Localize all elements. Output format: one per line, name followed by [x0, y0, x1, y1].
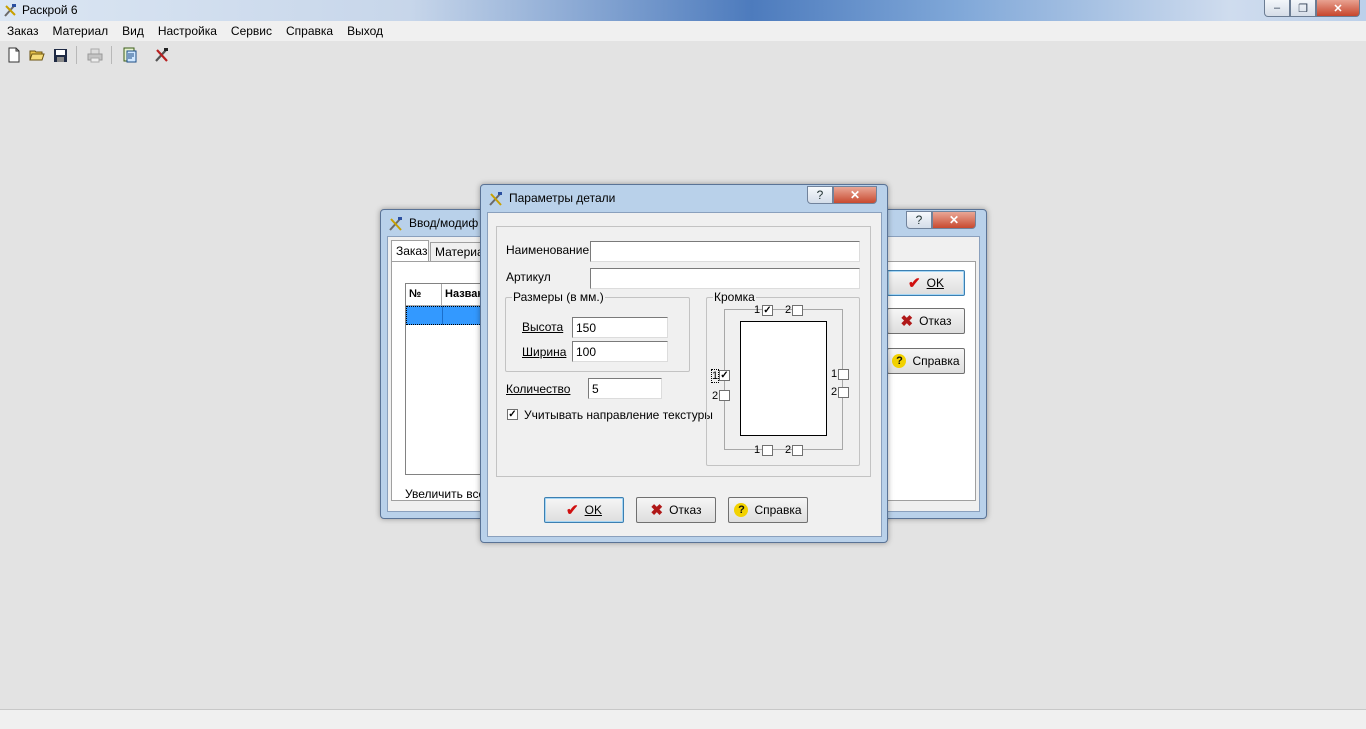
- order-ok-label: OK: [926, 276, 944, 290]
- edge-right-1-label: 1: [831, 368, 838, 380]
- edge-top-1-label: 1: [754, 304, 761, 316]
- order-help-button[interactable]: ? Справка: [887, 348, 965, 374]
- table-row-selected[interactable]: [406, 306, 484, 325]
- detail-params-client: Наименование Артикул Размеры (в мм.) Выс…: [487, 212, 882, 537]
- tab-order-label: Заказ: [396, 244, 428, 258]
- close-app-button[interactable]: ✕: [1316, 0, 1360, 17]
- name-input[interactable]: [590, 241, 860, 262]
- cross-icon: ✖: [650, 501, 664, 519]
- order-report-icon[interactable]: [121, 46, 139, 64]
- cross-icon: ✖: [900, 312, 914, 330]
- order-cancel-label: Отказ: [919, 314, 952, 328]
- statusbar: [0, 709, 1366, 729]
- enlarge-all-label: Увеличить все: [405, 487, 486, 501]
- table-row-divider: [442, 306, 443, 325]
- edge-group-label: Кромка: [713, 290, 756, 304]
- height-label: Высота: [522, 320, 564, 334]
- edge-top-2-checkbox[interactable]: [792, 305, 803, 316]
- menubar: Заказ Материал Вид Настройка Сервис Спра…: [0, 21, 1366, 41]
- detail-ok-button[interactable]: ✔ OK: [544, 497, 624, 523]
- detail-help-label: Справка: [754, 503, 802, 517]
- toolbar-separator: [111, 46, 112, 64]
- quantity-input[interactable]: 5: [588, 378, 662, 399]
- app-title: Раскрой 6: [22, 3, 78, 17]
- texture-checkbox[interactable]: ✓: [507, 409, 518, 420]
- app-tools-icon: [389, 217, 402, 231]
- detail-preview-rect: [740, 321, 827, 436]
- toolbar-separator: [76, 46, 77, 64]
- table-header-number-label: №: [409, 288, 422, 300]
- app-tools-icon: [489, 192, 502, 206]
- question-icon: ?: [734, 503, 749, 517]
- name-label: Наименование: [506, 243, 590, 257]
- restore-button[interactable]: ❐: [1290, 0, 1316, 17]
- height-input[interactable]: 150: [572, 317, 668, 338]
- table-header-name-label: Назван: [445, 288, 485, 300]
- edge-top-1-checkbox[interactable]: ✓: [762, 305, 773, 316]
- order-edit-help-title-button[interactable]: ?: [906, 211, 932, 229]
- edge-top-2-label: 2: [785, 304, 792, 316]
- question-icon: ?: [892, 354, 907, 368]
- menu-exit[interactable]: Выход: [340, 24, 390, 38]
- tab-order[interactable]: Заказ: [391, 240, 429, 261]
- edge-bottom-2-label: 2: [785, 444, 792, 456]
- article-input[interactable]: [590, 268, 860, 289]
- tab-material-label: Материа: [435, 245, 484, 259]
- width-input[interactable]: 100: [572, 341, 668, 362]
- edge-left-2-label: 2: [712, 390, 719, 402]
- article-label: Артикул: [506, 270, 551, 284]
- print-icon[interactable]: [86, 46, 104, 64]
- app-titlebar: Раскрой 6 ‒ ❐ ✕: [0, 0, 1366, 21]
- detail-params-title: Параметры детали: [509, 191, 616, 205]
- table-header-number: №: [406, 284, 442, 306]
- edge-right-1-checkbox[interactable]: [838, 369, 849, 380]
- detail-params-dialog: Параметры детали ? ✕ Наименование Артику…: [480, 184, 888, 543]
- detail-cancel-button[interactable]: ✖ Отказ: [636, 497, 716, 523]
- minimize-button[interactable]: ‒: [1264, 0, 1290, 17]
- edge-bottom-2-checkbox[interactable]: [792, 445, 803, 456]
- edge-bottom-1-checkbox[interactable]: [762, 445, 773, 456]
- save-icon[interactable]: [51, 46, 69, 64]
- detail-help-title-button[interactable]: ?: [807, 186, 833, 204]
- quantity-label: Количество: [506, 382, 571, 396]
- order-edit-close-button[interactable]: ✕: [932, 211, 976, 229]
- menu-material[interactable]: Материал: [45, 24, 115, 38]
- cutting-tools-icon[interactable]: [153, 46, 171, 64]
- new-file-icon[interactable]: [5, 46, 23, 64]
- detail-help-button[interactable]: ? Справка: [728, 497, 808, 523]
- detail-ok-label: OK: [584, 503, 602, 517]
- order-ok-button[interactable]: ✔ OK: [887, 270, 965, 296]
- order-edit-dialog-title: Ввод/модиф: [409, 216, 479, 230]
- checkmark-icon: ✔: [566, 501, 579, 519]
- menu-order[interactable]: Заказ: [0, 24, 45, 38]
- sizes-group-label: Размеры (в мм.): [512, 290, 605, 304]
- app-tools-icon: [4, 4, 16, 17]
- edge-right-2-label: 2: [831, 386, 838, 398]
- menu-service[interactable]: Сервис: [224, 24, 279, 38]
- edge-right-2-checkbox[interactable]: [838, 387, 849, 398]
- menu-help[interactable]: Справка: [279, 24, 340, 38]
- edge-bottom-1-label: 1: [754, 444, 761, 456]
- checkmark-icon: ✔: [908, 274, 921, 292]
- menu-settings[interactable]: Настройка: [151, 24, 224, 38]
- order-help-label: Справка: [912, 354, 960, 368]
- detail-params-caption: Параметры детали ? ✕: [481, 185, 887, 211]
- open-folder-icon[interactable]: [28, 46, 46, 64]
- toolbar: [0, 43, 1366, 67]
- detail-close-button[interactable]: ✕: [833, 186, 877, 204]
- edge-left-2-checkbox[interactable]: [719, 390, 730, 401]
- texture-label: Учитывать направление текстуры: [524, 408, 713, 422]
- order-cancel-button[interactable]: ✖ Отказ: [887, 308, 965, 334]
- edge-left-1-label: 1: [710, 369, 720, 383]
- width-label: Ширина: [522, 345, 567, 359]
- detail-cancel-label: Отказ: [669, 503, 702, 517]
- menu-view[interactable]: Вид: [115, 24, 151, 38]
- parts-table[interactable]: № Назван: [405, 283, 486, 475]
- edge-left-1-checkbox[interactable]: ✓: [719, 370, 730, 381]
